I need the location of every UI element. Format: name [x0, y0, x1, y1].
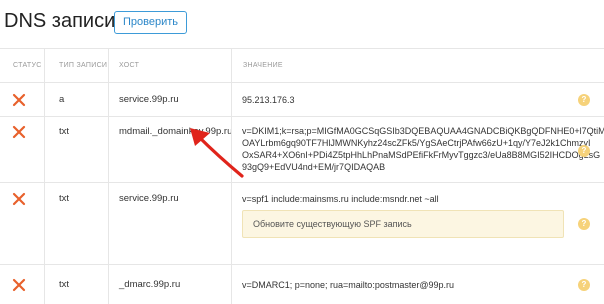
record-host: _dmarc.99p.ru [119, 279, 181, 290]
check-button[interactable]: Проверить [114, 11, 188, 34]
help-icon[interactable]: ? [578, 218, 590, 230]
error-x-icon [12, 125, 26, 139]
column-header-status: Статус [13, 62, 42, 69]
record-type: txt [59, 126, 70, 137]
record-value: v=DMARC1; p=none; rua=mailto:postmaster@… [242, 280, 454, 290]
record-value-line: OxSAR4+XO6nI+PDi4Z5tpHhLhPnaMSdPEfiFkFrM… [242, 150, 601, 160]
help-icon[interactable]: ? [578, 279, 590, 291]
column-header-value: Значение [243, 62, 283, 69]
table-row: txt service.99p.ru v=spf1 include:mainsm… [0, 182, 604, 264]
annotation-arrow-icon [190, 128, 244, 178]
dns-records-table: Статус Тип записи Хост Значение a servic… [0, 48, 604, 304]
column-header-host: Хост [119, 62, 140, 69]
error-x-icon [12, 278, 26, 292]
record-type: txt [59, 279, 70, 290]
column-header-type: Тип записи [59, 62, 108, 69]
record-value-line: OAYLrbm6gq90TF7HlJMWNKyhz24scZFk5/YgSAeC… [242, 138, 591, 148]
record-value-line: v=DKIM1;k=rsa;p=MIGfMA0GCSqGSIb3DQEBAQUA… [242, 126, 604, 136]
error-x-icon [12, 93, 26, 107]
record-value-line: 93gQ9+EdVU4nd+EM/jr7QIDAQAB [242, 162, 386, 172]
error-x-icon [12, 192, 26, 206]
table-row: a service.99p.ru 95.213.176.3 ? [0, 82, 604, 116]
record-type: txt [59, 193, 70, 204]
table-header-row: Статус Тип записи Хост Значение [0, 48, 604, 82]
record-value: 95.213.176.3 [242, 95, 295, 105]
page-header: DNS записи Проверить [0, 0, 604, 48]
record-host: service.99p.ru [119, 193, 179, 204]
help-icon[interactable]: ? [578, 94, 590, 106]
table-row: txt _dmarc.99p.ru v=DMARC1; p=none; rua=… [0, 264, 604, 304]
record-value: v=spf1 include:mainsms.ru include:msndr.… [242, 194, 439, 204]
page-title: DNS записи [4, 10, 116, 32]
record-host: service.99p.ru [119, 94, 179, 105]
record-type: a [59, 94, 65, 105]
help-icon[interactable]: ? [578, 145, 590, 157]
spf-update-notice: Обновите существующую SPF запись [242, 210, 564, 238]
table-row: txt mdmail._domainkey.99p.ru v=DKIM1;k=r… [0, 116, 604, 182]
